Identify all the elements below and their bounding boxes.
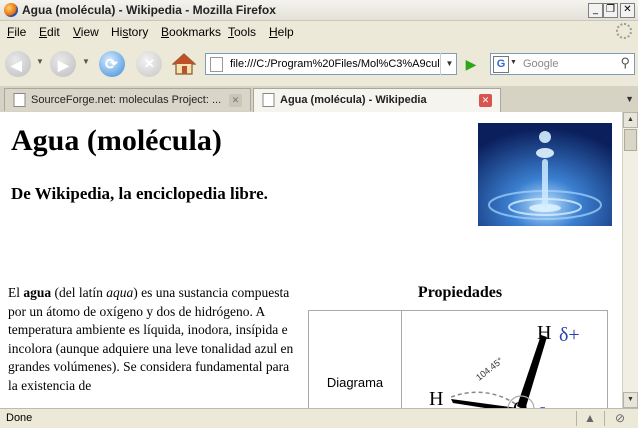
tab-sourceforge[interactable]: SourceForge.net: moleculas Project: ... … (4, 88, 251, 111)
infobox-table: Diagrama H δ+ H O δ− 104.45° (308, 310, 608, 408)
forward-button[interactable]: ▶ (50, 51, 76, 77)
title-bar: Agua (molécula) - Wikipedia - Mozilla Fi… (0, 0, 638, 21)
bold-term: agua (23, 285, 52, 300)
article-title: Agua (molécula) (11, 124, 222, 157)
search-engine-dropdown-icon[interactable]: ▼ (510, 59, 517, 66)
search-bar[interactable]: G ▼ Google ⚲ (490, 53, 635, 75)
menu-edit[interactable]: Edit (39, 25, 60, 39)
water-drop-image (478, 123, 612, 226)
menu-tools[interactable]: Tools (228, 25, 256, 39)
search-engine-icon[interactable]: G (493, 56, 509, 73)
close-window-button[interactable]: ✕ (620, 3, 635, 18)
menu-bookmarks[interactable]: Bookmarks (161, 25, 221, 39)
reload-button[interactable]: ⟳ (99, 51, 125, 77)
firefox-logo-icon (4, 3, 18, 17)
menu-history[interactable]: History (111, 25, 148, 39)
close-tab-icon[interactable]: ✕ (229, 94, 242, 107)
arrow-left-icon: ◀ (11, 57, 22, 73)
document-icon (262, 93, 275, 107)
close-tab-icon[interactable]: ✕ (479, 94, 492, 107)
hydrogen-atom-label: H (537, 322, 551, 344)
status-bar: Done ▲ ⊘ (0, 408, 638, 428)
infobox-heading: Propiedades (417, 284, 503, 301)
url-input[interactable]: file:///C:/Program%20Files/Mol%C3%A9cula (230, 58, 440, 70)
url-history-dropdown-icon[interactable]: ▼ (440, 53, 458, 75)
oxygen-atom-label: O (513, 398, 527, 408)
loading-throbber-icon (616, 23, 632, 39)
reload-icon: ⟳ (105, 56, 118, 73)
list-all-tabs-icon[interactable]: ▼ (625, 94, 634, 104)
page-favicon-icon (210, 57, 223, 72)
go-arrow-icon: ▶ (465, 56, 477, 72)
status-text: Done (6, 412, 33, 424)
back-button[interactable]: ◀ (5, 51, 31, 77)
download-status-icon[interactable]: ▲ (582, 411, 598, 426)
document-icon (13, 93, 26, 107)
intro-paragraph: El agua (del latín aqua) es una sustanci… (8, 285, 294, 393)
minimize-button[interactable]: _ (588, 3, 603, 18)
scroll-up-button[interactable]: ▲ (623, 112, 638, 128)
menu-view[interactable]: View (73, 25, 99, 39)
menu-bar: File Edit View History Bookmarks Tools H… (0, 21, 638, 42)
stop-button[interactable]: ✕ (136, 51, 162, 77)
url-bar[interactable]: file:///C:/Program%20Files/Mol%C3%A9cula (205, 53, 457, 75)
window-title: Agua (molécula) - Wikipedia - Mozilla Fi… (22, 3, 276, 17)
article-subtitle: De Wikipedia, la enciclopedia libre. (11, 184, 268, 203)
search-input[interactable]: Google (523, 58, 558, 70)
bond-angle-label: 104.45° (474, 355, 505, 382)
stop-icon: ✕ (144, 56, 155, 71)
arrow-right-icon: ▶ (58, 57, 69, 73)
menu-help[interactable]: Help (269, 25, 294, 39)
hydrogen-atom-label: H (429, 388, 443, 408)
page-content: Agua (molécula) De Wikipedia, la enciclo… (0, 112, 622, 408)
back-history-dropdown-icon[interactable]: ▼ (36, 57, 44, 66)
menu-file[interactable]: File (7, 25, 26, 39)
water-molecule-diagram: H δ+ H O δ− 104.45° (429, 322, 580, 408)
search-icon[interactable]: ⚲ (620, 55, 630, 71)
infobox-row-label: Diagrama (326, 375, 384, 390)
scroll-down-button[interactable]: ▼ (623, 392, 638, 408)
latin-term: aqua (106, 285, 134, 300)
security-status-icon: ⊘ (614, 411, 626, 425)
navigation-toolbar: ◀ ▼ ▶ ▼ ⟳ ✕ file:///C:/Program%20Files/M… (0, 43, 638, 85)
go-button[interactable]: ▶ (461, 54, 481, 74)
tab-agua-wikipedia[interactable]: Agua (molécula) - Wikipedia ✕ (253, 88, 501, 112)
forward-history-dropdown-icon[interactable]: ▼ (82, 57, 90, 66)
home-icon[interactable] (172, 52, 196, 76)
tab-bar: SourceForge.net: moleculas Project: ... … (0, 86, 638, 113)
vertical-scrollbar[interactable]: ▲ ▼ (622, 112, 638, 408)
delta-plus-label: δ+ (559, 324, 580, 346)
maximize-button[interactable]: ❐ (603, 3, 618, 18)
scrollbar-thumb[interactable] (624, 129, 637, 151)
